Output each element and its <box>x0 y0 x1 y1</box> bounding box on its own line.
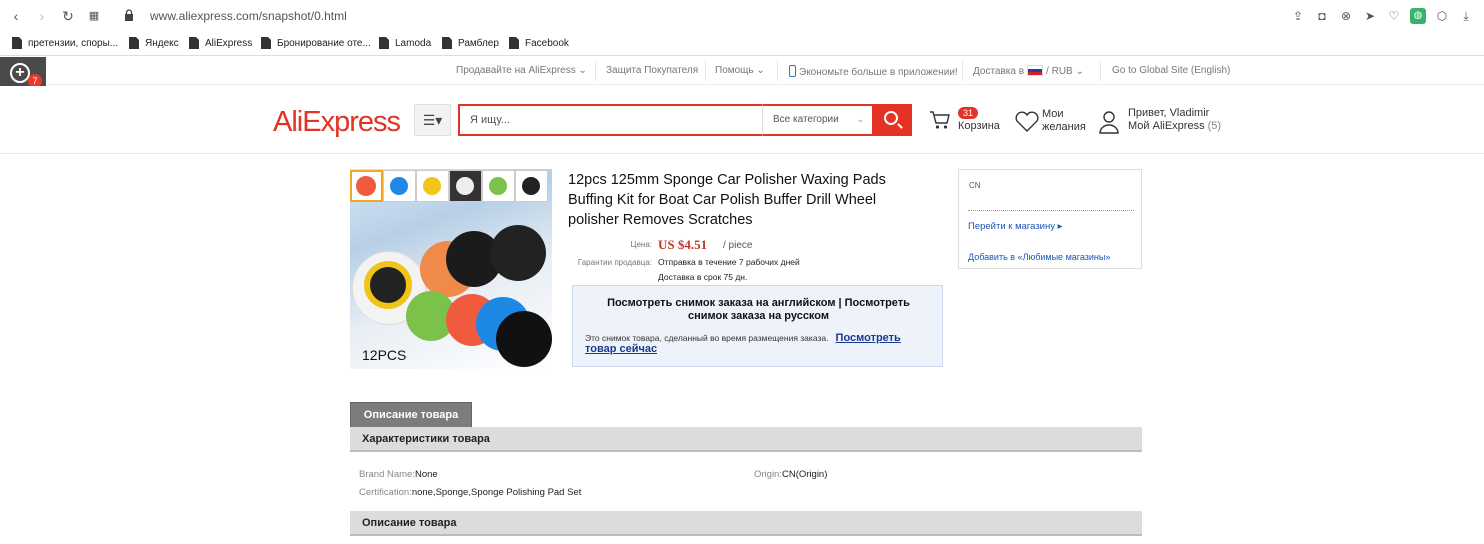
cart-count-badge: 31 <box>958 107 978 119</box>
thumbnail[interactable] <box>482 170 515 202</box>
wishlist-link[interactable]: Мои желания <box>1042 108 1086 134</box>
categories-menu-button[interactable]: ☰▾ <box>414 104 451 136</box>
thumbnail-strip <box>350 170 552 202</box>
page-icon <box>379 37 389 49</box>
site-header: AliExpress ☰▾ Я ищу... Все категории ⌄ 31… <box>0 86 1484 154</box>
guarantee-label: Гарантии продавца: <box>577 258 652 267</box>
block-icon[interactable]: ⊗ <box>1338 8 1354 24</box>
user-icon[interactable] <box>1099 110 1119 134</box>
divider <box>595 61 596 81</box>
cube-icon[interactable]: ⬡ <box>1434 8 1450 24</box>
sell-link[interactable]: Продавайте на AliExpress ⌄ <box>456 65 587 76</box>
go-to-store-link[interactable]: Перейти к магазину ▸ <box>968 221 1062 232</box>
page-icon <box>189 37 199 49</box>
lock-icon <box>125 9 133 21</box>
store-country: CN <box>969 181 981 190</box>
plus-icon: + <box>10 63 30 83</box>
page-icon <box>509 37 519 49</box>
chevron-down-icon: ⌄ <box>856 114 864 124</box>
cart-label[interactable]: Корзина <box>958 120 1000 133</box>
bookmarks-bar: претензии, споры... Яндекс AliExpress Бр… <box>0 32 1484 56</box>
add-favorite-store-link[interactable]: Добавить в «Любимые магазины» <box>968 252 1110 262</box>
thumbnail[interactable] <box>383 170 416 202</box>
download-icon[interactable]: ⤓ <box>1458 8 1474 24</box>
tab-description[interactable]: Описание товара <box>350 402 472 428</box>
spec-origin: Origin:CN(Origin) <box>754 469 828 480</box>
phone-icon <box>789 65 796 77</box>
global-site-link[interactable]: Go to Global Site (English) <box>1112 65 1230 76</box>
bookmark-item[interactable]: Яндекс <box>129 37 179 49</box>
spec-certification: Certification:none,Sponge,Sponge Polishi… <box>359 487 582 498</box>
snapshot-description: Это снимок товара, сделанный во время ра… <box>585 332 901 355</box>
heart-icon[interactable]: ♡ <box>1386 8 1402 24</box>
price-label: Цена: <box>630 240 652 249</box>
spec-brand: Brand Name:None <box>359 469 438 480</box>
russia-flag-icon <box>1027 65 1044 76</box>
bookmark-item[interactable]: претензии, споры... <box>12 37 118 49</box>
black-pad <box>490 225 546 281</box>
forward-icon[interactable]: › <box>34 8 50 24</box>
extension-icons: ⇪ ◘ ⊗ ➤ ♡ ◍ ⬡ ⤓ <box>1290 7 1474 25</box>
divider <box>968 210 1134 211</box>
ship-to-selector[interactable]: Доставка в / RUB ⌄ <box>973 65 1084 77</box>
share-icon[interactable]: ⇪ <box>1290 8 1306 24</box>
back-icon[interactable]: ‹ <box>8 8 24 24</box>
chevron-down-icon: ⌄ <box>578 65 587 76</box>
cart-icon[interactable] <box>929 110 951 130</box>
backing-plate-center <box>364 261 412 309</box>
page-icon <box>442 37 452 49</box>
bookmark-item[interactable]: Бронирование оте... <box>261 37 371 49</box>
thumbnail[interactable] <box>416 170 449 202</box>
heart-icon[interactable] <box>1014 111 1040 133</box>
divider <box>705 61 706 81</box>
address-bar[interactable]: www.aliexpress.com/snapshot/0.html <box>150 9 347 23</box>
price-unit: / piece <box>723 240 753 251</box>
page-icon <box>261 37 271 49</box>
divider <box>777 61 778 81</box>
snapshot-language-links[interactable]: Посмотреть снимок заказа на английском |… <box>573 297 944 323</box>
browser-toolbar: ‹ › ↻ ▦ www.aliexpress.com/snapshot/0.ht… <box>0 0 1484 32</box>
page-icon <box>129 37 139 49</box>
thumbnail[interactable] <box>449 170 482 202</box>
black-waffle-pad <box>496 311 552 367</box>
grid-icon[interactable]: ▦ <box>86 8 102 24</box>
app-link[interactable]: Экономьте больше в приложении! <box>789 65 958 78</box>
divider <box>962 61 963 81</box>
account-menu[interactable]: Привет, Vladimir Мой AliExpress (5) <box>1128 107 1221 133</box>
top-links-bar: Продавайте на AliExpress ⌄ Защита Покупа… <box>0 57 1484 85</box>
reload-icon[interactable]: ↻ <box>60 8 76 24</box>
search-input[interactable]: Я ищу... <box>458 104 762 136</box>
chevron-down-icon: ⌄ <box>756 65 765 76</box>
thumbnail[interactable] <box>350 170 383 202</box>
delivery-info: Доставка в срок 75 дн. <box>658 272 748 282</box>
dispatch-info: Отправка в течение 7 рабочих дней <box>658 257 800 267</box>
price-value: US $4.51 <box>658 237 708 252</box>
description-header: Описание товара <box>350 511 1142 536</box>
camera-icon[interactable]: ◘ <box>1314 8 1330 24</box>
menu-icon: ☰▾ <box>422 112 443 128</box>
divider <box>1100 61 1101 81</box>
store-panel: CN Перейти к магазину ▸ Добавить в «Люби… <box>958 169 1142 269</box>
bookmark-item[interactable]: Facebook <box>509 37 569 49</box>
folder-icon <box>12 37 22 49</box>
product-title: 12pcs 125mm Sponge Car Polisher Waxing P… <box>568 172 886 228</box>
thumbnail[interactable] <box>515 170 548 202</box>
bookmark-item[interactable]: Рамблер <box>442 37 499 49</box>
chevron-down-icon: ⌄ <box>1075 66 1084 77</box>
bookmark-item[interactable]: AliExpress <box>189 37 252 49</box>
search-button[interactable] <box>872 104 912 136</box>
snapshot-notice: Посмотреть снимок заказа на английском |… <box>572 285 943 367</box>
search-icon <box>884 111 898 125</box>
bookmark-item[interactable]: Lamoda <box>379 37 431 49</box>
buyer-protection-link[interactable]: Защита Покупателя <box>606 65 698 76</box>
specs-header: Характеристики товара <box>350 427 1142 452</box>
aliexpress-logo[interactable]: AliExpress <box>273 106 401 139</box>
send-icon[interactable]: ➤ <box>1362 8 1378 24</box>
extension-icon[interactable]: ◍ <box>1410 8 1426 24</box>
help-link[interactable]: Помощь ⌄ <box>715 65 765 76</box>
image-caption: 12PCS <box>362 347 407 363</box>
category-select[interactable]: Все категории ⌄ <box>762 104 872 136</box>
